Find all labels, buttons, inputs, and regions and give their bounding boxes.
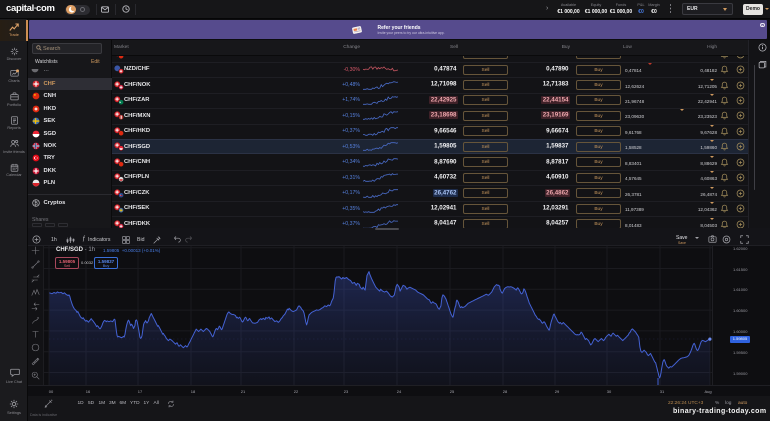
svg-text:₿: ₿: [34, 199, 38, 206]
